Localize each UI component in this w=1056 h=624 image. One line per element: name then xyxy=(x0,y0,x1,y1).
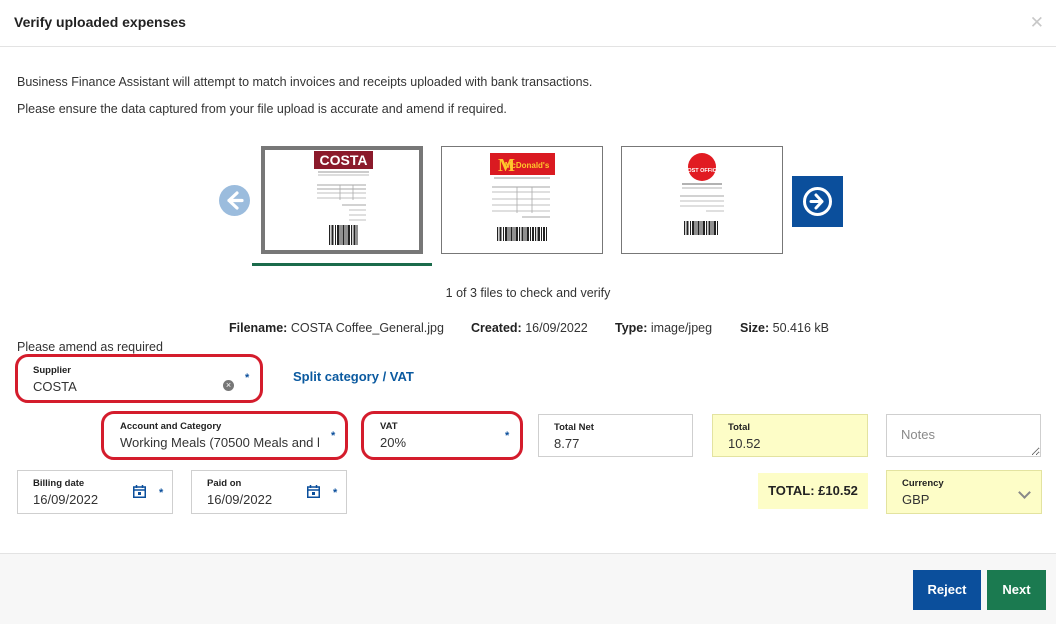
billing-date-value[interactable]: 16/09/2022 xyxy=(33,492,98,507)
filename-value: COSTA Coffee_General.jpg xyxy=(290,321,444,335)
account-category-highlight xyxy=(101,411,348,460)
total-net-label: Total Net xyxy=(554,422,594,433)
calendar-icon[interactable] xyxy=(307,485,320,498)
dialog-title: Verify uploaded expenses xyxy=(14,14,186,30)
calendar-icon[interactable] xyxy=(133,485,146,498)
intro-text-2: Please ensure the data captured from you… xyxy=(17,102,507,116)
type-label: Type: xyxy=(615,321,648,335)
arrow-right-circle-icon[interactable] xyxy=(792,176,843,232)
amend-note: Please amend as required xyxy=(17,340,163,354)
type-meta: Type: image/jpeg xyxy=(615,321,712,335)
vat-highlight xyxy=(361,411,523,460)
dialog-header: Verify uploaded expenses ✕ xyxy=(0,0,1056,47)
paid-on-required-mark: * xyxy=(333,487,338,499)
created-value: 16/09/2022 xyxy=(525,321,588,335)
file-counter: 1 of 3 files to check and verify xyxy=(445,286,611,300)
thumbnail-mcdonalds-receipt[interactable]: M McDonald's xyxy=(441,146,603,254)
close-icon[interactable]: ✕ xyxy=(1030,14,1044,32)
paid-on-field[interactable]: Paid on 16/09/2022 * xyxy=(191,470,347,514)
total-label: Total xyxy=(728,422,750,433)
arrow-left-circle-icon[interactable] xyxy=(219,185,250,221)
next-button[interactable]: Next xyxy=(987,570,1046,610)
costa-logo-text: COSTA xyxy=(320,152,368,168)
intro-text-1: Business Finance Assistant will attempt … xyxy=(17,75,593,89)
thumbnail-costa-receipt[interactable]: COSTA xyxy=(261,146,423,254)
filename-meta: Filename: COSTA Coffee_General.jpg xyxy=(229,321,444,335)
total-value[interactable]: 10.52 xyxy=(728,436,761,451)
thumbnail-post-office-receipt[interactable]: POST OFFICE xyxy=(621,146,783,254)
notes-textarea[interactable] xyxy=(886,414,1041,457)
total-net-value[interactable]: 8.77 xyxy=(554,436,579,451)
created-meta: Created: 16/09/2022 xyxy=(471,321,588,335)
reject-button[interactable]: Reject xyxy=(913,570,981,610)
type-value: image/jpeg xyxy=(650,321,713,335)
total-net-field[interactable]: Total Net 8.77 xyxy=(538,414,693,457)
currency-label: Currency xyxy=(902,478,944,489)
paid-on-value[interactable]: 16/09/2022 xyxy=(207,492,272,507)
dialog-footer xyxy=(0,553,1056,624)
created-label: Created: xyxy=(471,321,522,335)
size-meta: Size: 50.416 kB xyxy=(740,321,829,335)
split-category-vat-link[interactable]: Split category / VAT xyxy=(293,369,414,384)
mcdonalds-logo-text: McDonald's xyxy=(505,161,550,170)
selected-thumbnail-indicator xyxy=(252,263,432,266)
total-field[interactable]: Total 10.52 xyxy=(712,414,868,457)
billing-date-label: Billing date xyxy=(33,478,85,489)
paid-on-label: Paid on xyxy=(207,478,242,489)
billing-date-field[interactable]: Billing date 16/09/2022 * xyxy=(17,470,173,514)
verify-expenses-dialog: Verify uploaded expenses ✕ Business Fina… xyxy=(0,0,1056,624)
size-value: 50.416 kB xyxy=(772,321,829,335)
filename-label: Filename: xyxy=(229,321,288,335)
supplier-highlight xyxy=(15,354,263,403)
post-office-logo-text: POST OFFICE xyxy=(684,168,721,174)
size-label: Size: xyxy=(740,321,770,335)
currency-value[interactable]: GBP xyxy=(902,492,929,507)
billing-date-required-mark: * xyxy=(159,487,164,499)
total-amount-badge: TOTAL: £10.52 xyxy=(758,473,868,509)
